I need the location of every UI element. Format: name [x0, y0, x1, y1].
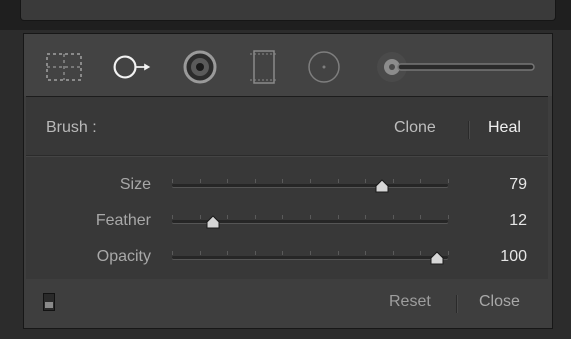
graduated-filter-tool[interactable] [244, 47, 284, 87]
divider [26, 155, 548, 156]
crop-overlay-tool[interactable] [44, 47, 84, 87]
opacity-label: Opacity [96, 248, 151, 265]
slider-tick [282, 215, 283, 219]
clone-mode-button[interactable]: Clone [394, 119, 436, 137]
radial-filter-tool[interactable] [304, 47, 344, 87]
tool-strip [24, 34, 552, 96]
spot-removal-icon [113, 55, 151, 79]
slider-tick [200, 215, 201, 219]
slider-tick [393, 215, 394, 219]
slider-tick [310, 215, 311, 219]
graduated-filter-icon [250, 50, 278, 84]
slider-tick [420, 215, 421, 219]
size-value[interactable]: 79 [509, 176, 527, 194]
red-eye-icon [183, 50, 217, 84]
slider-tick [448, 179, 449, 183]
slider-tick [255, 251, 256, 255]
slider-tick [200, 251, 201, 255]
slider-tick [172, 251, 173, 255]
slider-tick [172, 179, 173, 183]
size-slider-track[interactable] [172, 179, 449, 193]
panel-toggle-icon[interactable] [43, 293, 55, 311]
brush-settings: Brush : Clone Heal Size 79 Feather 12 Op… [26, 96, 548, 279]
slider-tick [227, 215, 228, 219]
size-label: Size [119, 176, 151, 193]
slider-tick [310, 179, 311, 183]
slider-tick [338, 251, 339, 255]
crop-overlay-icon [46, 53, 82, 81]
close-button[interactable]: Close [479, 293, 520, 311]
opacity-slider-thumb[interactable] [430, 251, 444, 265]
feather-label: Feather [95, 212, 151, 229]
adjustment-brush-icon [377, 52, 535, 82]
slider-tick [282, 179, 283, 183]
slider-tick [255, 215, 256, 219]
opacity-slider-track[interactable] [172, 251, 449, 265]
slider-tick [365, 215, 366, 219]
slider-tick [420, 179, 421, 183]
feather-value[interactable]: 12 [509, 212, 527, 230]
slider-tick [255, 179, 256, 183]
slider-tick [338, 179, 339, 183]
previous-panel-strip [0, 0, 571, 30]
feather-row: Feather 12 [26, 209, 548, 233]
slider-tick [365, 251, 366, 255]
slider-tick [227, 179, 228, 183]
slider-tick [172, 215, 173, 219]
slider-tick [227, 251, 228, 255]
footer-separator [456, 295, 457, 313]
slider-tick [200, 179, 201, 183]
size-slider-thumb[interactable] [375, 179, 389, 193]
reset-button[interactable]: Reset [389, 293, 431, 311]
previous-panel-bottom [20, 0, 556, 21]
slider-tick [365, 179, 366, 183]
feather-slider-thumb[interactable] [206, 215, 220, 229]
slider-tick [393, 251, 394, 255]
red-eye-tool[interactable] [180, 47, 220, 87]
slider-tick [448, 215, 449, 219]
heal-mode-button[interactable]: Heal [488, 119, 521, 137]
feather-slider-track[interactable] [172, 215, 449, 229]
adjustment-brush-tool[interactable] [372, 47, 538, 87]
mode-separator [468, 121, 469, 139]
opacity-row: Opacity 100 [26, 245, 548, 269]
slider-tick [448, 251, 449, 255]
opacity-value[interactable]: 100 [500, 248, 527, 266]
brush-label: Brush : [46, 119, 97, 136]
spot-removal-panel: Brush : Clone Heal Size 79 Feather 12 Op… [23, 33, 553, 329]
slider-tick [393, 179, 394, 183]
slider-tick [310, 251, 311, 255]
slider-tick [338, 215, 339, 219]
radial-filter-icon [308, 51, 340, 83]
spot-removal-tool[interactable] [112, 47, 152, 87]
footer-bar: Reset Close [24, 280, 552, 328]
size-row: Size 79 [26, 173, 548, 197]
slider-tick [420, 251, 421, 255]
slider-tick [282, 251, 283, 255]
